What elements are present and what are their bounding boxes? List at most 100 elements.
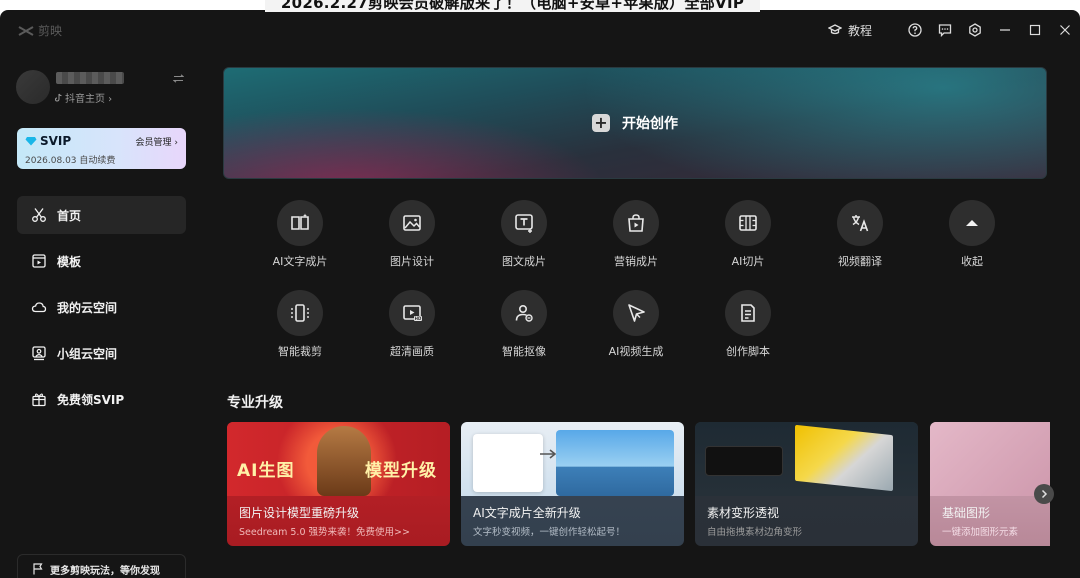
- promo-card-subtitle: 一键添加图形元素: [942, 527, 1019, 538]
- editor-panel-mockup: [705, 446, 783, 476]
- promo-card-title: AI文字成片全新升级: [473, 506, 581, 520]
- app-logo: 剪映: [18, 22, 62, 39]
- sidebar-item-label: 小组云空间: [57, 346, 118, 361]
- promo-card-perspective[interactable]: 素材变形透视 自由拖拽素材边角变形: [695, 422, 918, 546]
- sidebar-item-home[interactable]: 首页: [17, 196, 186, 234]
- scissors-icon: [31, 207, 47, 223]
- tool-ai-video-generate[interactable]: AI视频生成: [580, 290, 692, 359]
- pro-upgrade-carousel: AI生图 模型升级 图片设计模型重磅升级 Seedream 5.0 强势来袭！免…: [227, 422, 1050, 546]
- discover-more-link[interactable]: 更多剪映玩法，等你发现: [17, 554, 186, 578]
- banner-text-ai: AI生图: [237, 461, 295, 481]
- promo-card-image-design[interactable]: AI生图 模型升级 图片设计模型重磅升级 Seedream 5.0 强势来袭！免…: [227, 422, 450, 546]
- app-window: 剪映 教程 抖音主页 › SVIP 会员管理 › 2026.08.03 自动续费…: [0, 10, 1080, 578]
- arrow-right-icon: [540, 449, 557, 459]
- ai-text-video-icon: [277, 200, 323, 246]
- crop-phone-icon: [277, 290, 323, 336]
- tool-hd-quality[interactable]: HD 超清画质: [356, 290, 468, 359]
- film-strip-icon: [725, 200, 771, 246]
- sidebar-item-my-cloud[interactable]: 我的云空间: [17, 288, 186, 326]
- tool-label: 视频翻译: [838, 255, 882, 268]
- minimize-icon: [1000, 29, 1010, 31]
- sidebar-item-group-cloud[interactable]: 小组云空间: [17, 334, 186, 372]
- promo-card-subtitle: 自由拖拽素材边角变形: [707, 527, 803, 538]
- tool-ai-text-to-video[interactable]: AI文字成片: [244, 200, 356, 269]
- tutorial-label: 教程: [847, 23, 872, 38]
- anime-scene-mockup: [556, 430, 674, 496]
- tutorial-button[interactable]: 教程: [827, 22, 872, 39]
- settings-icon: [969, 23, 981, 37]
- promo-card-banner: [461, 422, 684, 496]
- sidebar-item-label: 我的云空间: [57, 300, 118, 315]
- sidebar-item-templates[interactable]: 模板: [17, 242, 186, 280]
- switch-account-button[interactable]: [172, 72, 185, 86]
- help-button[interactable]: [900, 18, 930, 42]
- tool-image-design[interactable]: 图片设计: [356, 200, 468, 269]
- sidebar-item-label: 首页: [57, 208, 82, 223]
- tool-label: 图片设计: [390, 255, 434, 268]
- tiktok-icon: [54, 93, 62, 102]
- tool-label: 智能抠像: [502, 345, 546, 358]
- feedback-button[interactable]: [930, 18, 960, 42]
- douyin-link-text: 抖音主页 ›: [65, 94, 113, 105]
- caret-up-icon: [949, 200, 995, 246]
- start-creation-label: 开始创作: [622, 116, 678, 132]
- shopping-bag-icon: [613, 200, 659, 246]
- promo-card-subtitle: Seedream 5.0 强势来袭！免费使用>>: [239, 527, 410, 538]
- tool-label: 营销成片: [614, 255, 658, 268]
- gift-icon: [31, 391, 47, 407]
- promo-card-ai-text-video[interactable]: AI文字成片全新升级 文字秒变视频，一键创作轻松起号！: [461, 422, 684, 546]
- user-profile[interactable]: 抖音主页 ›: [16, 70, 186, 106]
- tool-smart-cutout[interactable]: 智能抠像: [468, 290, 580, 359]
- sidebar: 抖音主页 › SVIP 会员管理 › 2026.08.03 自动续费 首页 模板…: [0, 50, 200, 578]
- tool-label: AI视频生成: [608, 345, 664, 358]
- image-icon: [389, 200, 435, 246]
- minimize-button[interactable]: [990, 18, 1020, 42]
- help-icon: [908, 23, 922, 37]
- group-cloud-icon: [31, 345, 47, 361]
- title-bar-actions: 教程: [827, 18, 1080, 42]
- swap-icon: [172, 74, 185, 83]
- svip-renewal-date: 2026.08.03 自动续费: [25, 156, 116, 166]
- tool-image-text-video[interactable]: 图文成片: [468, 200, 580, 269]
- hd-video-icon: HD: [389, 290, 435, 336]
- carousel-next-button[interactable]: [1034, 484, 1054, 504]
- tool-smart-crop[interactable]: 智能裁剪: [244, 290, 356, 359]
- tool-marketing-video[interactable]: 营销成片: [580, 200, 692, 269]
- tool-video-translate[interactable]: 视频翻译: [804, 200, 916, 269]
- maximize-button[interactable]: [1020, 18, 1050, 42]
- tool-label: 智能裁剪: [278, 345, 322, 358]
- discover-more-text: 更多剪映玩法，等你发现: [50, 565, 160, 577]
- tool-creation-script[interactable]: 创作脚本: [692, 290, 804, 359]
- section-title-pro-upgrade: 专业升级: [227, 395, 283, 411]
- plus-icon: +: [592, 114, 610, 132]
- person-cutout-icon: [501, 290, 547, 336]
- banner-text-model: 模型升级: [365, 461, 437, 481]
- promo-card-basic-shapes[interactable]: 基础图形 一键添加图形元素: [930, 422, 1050, 546]
- cloud-icon: [31, 299, 47, 315]
- tool-label: 超清画质: [390, 345, 434, 358]
- capcut-logo-icon: [18, 25, 34, 36]
- promo-card-banner: [695, 422, 918, 496]
- diamond-icon: [25, 137, 37, 146]
- tool-ai-clip[interactable]: AI切片: [692, 200, 804, 269]
- svip-card[interactable]: SVIP 会员管理 › 2026.08.03 自动续费: [17, 128, 186, 169]
- promo-card-subtitle: 文字秒变视频，一键创作轻松起号！: [473, 527, 626, 538]
- send-arrow-icon: [613, 290, 659, 336]
- svip-badge-text: SVIP: [40, 134, 72, 148]
- maximize-icon: [1029, 24, 1041, 36]
- member-manage-link[interactable]: 会员管理 ›: [136, 135, 178, 148]
- avatar[interactable]: [16, 70, 50, 104]
- douyin-home-link[interactable]: 抖音主页 ›: [54, 90, 112, 105]
- document-mockup: [473, 434, 543, 492]
- sidebar-item-free-svip[interactable]: 免费领SVIP: [17, 380, 186, 418]
- close-button[interactable]: [1050, 18, 1080, 42]
- title-bar: 剪映 教程: [0, 10, 1080, 50]
- start-creation-button[interactable]: + 开始创作: [223, 67, 1047, 179]
- template-icon: [31, 253, 47, 269]
- settings-button[interactable]: [960, 18, 990, 42]
- sidebar-nav: 首页 模板 我的云空间 小组云空间 免费领SVIP: [17, 196, 186, 426]
- sidebar-item-label: 免费领SVIP: [57, 392, 125, 407]
- tool-collapse[interactable]: 收起: [916, 200, 1028, 269]
- sidebar-item-label: 模板: [57, 254, 82, 269]
- promo-card-title: 基础图形: [942, 506, 991, 520]
